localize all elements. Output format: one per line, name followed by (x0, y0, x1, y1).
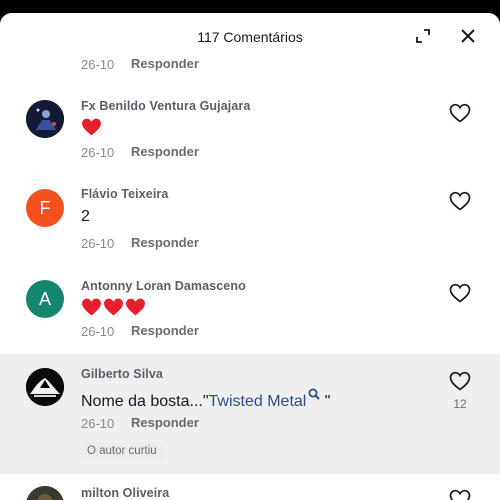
comment-meta: 26-10 Responder (81, 235, 199, 251)
avatar[interactable]: A (26, 280, 64, 318)
comment-meta: 26-10 Responder (81, 415, 199, 431)
red-heart-emoji-icon (82, 298, 101, 316)
avatar[interactable] (26, 486, 64, 500)
search-link-text: Twisted Metal (208, 393, 307, 410)
comment-meta: 26-10 Responder (81, 323, 199, 339)
comment-text: 2 (81, 208, 90, 225)
avatar[interactable] (26, 368, 64, 406)
avatar-photo (26, 368, 64, 406)
search-link[interactable]: Twisted Metal (208, 388, 321, 410)
reply-button[interactable]: Responder (131, 323, 199, 338)
author-liked-badge: O autor curtiu (81, 442, 163, 460)
heart-like-icon[interactable] (449, 191, 471, 211)
heart-like-icon[interactable] (449, 371, 471, 391)
comment-text-suffix: " (320, 393, 331, 410)
reply-button[interactable]: Responder (131, 144, 199, 159)
reply-button[interactable]: Responder (131, 415, 199, 430)
avatar[interactable] (26, 100, 64, 138)
heart-like-icon[interactable] (449, 283, 471, 303)
heart-like-icon[interactable] (449, 103, 471, 123)
comment-username[interactable]: Antonny Loran Damasceno (81, 279, 246, 293)
expand-icon[interactable] (414, 27, 432, 45)
comments-sheet: 117 Comentários 26-10 Responder Fx Benil… (0, 13, 500, 500)
red-heart-emoji-icon (104, 298, 123, 316)
close-icon[interactable] (459, 27, 477, 45)
red-heart-emoji-icon (126, 298, 145, 316)
reply-button[interactable]: Responder (131, 235, 199, 250)
like-count: 12 (453, 397, 467, 411)
comment-username[interactable]: Gilberto Silva (81, 367, 163, 381)
comment-text (81, 117, 103, 139)
avatar-letter: F (39, 197, 51, 218)
highlighted-comment-bg (0, 354, 500, 474)
comment-date: 26-10 (81, 324, 115, 339)
comment-date: 26-10 (81, 145, 115, 160)
comment-meta: 26-10 Responder (81, 56, 199, 72)
comment-text (81, 297, 147, 319)
avatar[interactable]: F (26, 189, 64, 227)
search-icon (308, 388, 321, 400)
comment-username[interactable]: Flávio Teixeira (81, 187, 168, 201)
avatar-letter: A (38, 288, 51, 309)
comment-date: 26-10 (81, 57, 115, 72)
heart-like-icon[interactable] (449, 489, 471, 500)
comment-username[interactable]: Fx Benildo Ventura Gujajara (81, 99, 250, 113)
avatar-photo (26, 100, 64, 138)
comment-text: Nome da bosta..."Twisted Metal " (81, 388, 330, 411)
comment-text-prefix: Nome da bosta..." (81, 393, 209, 410)
comment-username[interactable]: milton Oliveira (81, 486, 169, 500)
comment-date: 26-10 (81, 416, 115, 431)
comment-date: 26-10 (81, 236, 115, 251)
avatar-photo (26, 486, 64, 500)
comments-header: 117 Comentários (0, 13, 500, 59)
red-heart-emoji-icon (82, 118, 101, 136)
comment-meta: 26-10 Responder (81, 144, 199, 160)
